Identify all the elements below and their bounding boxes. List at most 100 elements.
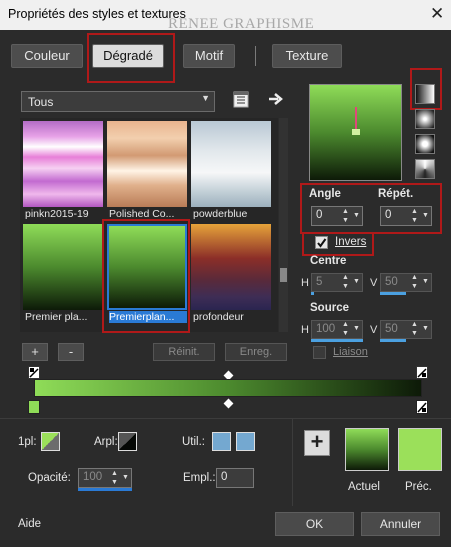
scrollbar-thumb[interactable] [280, 268, 287, 282]
spin-up-icon[interactable]: ▲ [342, 208, 349, 215]
repeat-value: 0 [385, 209, 392, 221]
repeat-spinner[interactable]: 0 ▲ ▼ ▼ [380, 206, 432, 226]
center-h-slider[interactable] [311, 292, 314, 295]
rectangular-style-icon[interactable] [415, 109, 435, 129]
gradient-thumb-powderblue[interactable]: powderblue [191, 121, 271, 220]
angle-handle-end[interactable] [352, 129, 360, 135]
spin-up-icon[interactable]: ▲ [342, 274, 349, 281]
chevron-down-icon[interactable]: ▼ [353, 212, 360, 219]
user-marker-swatch-2[interactable] [236, 432, 255, 451]
color-midpoint-marker[interactable] [223, 398, 234, 409]
gradient-thumb-premier-pla[interactable]: Premier pla... [23, 224, 103, 323]
category-dropdown[interactable]: Tous ▼ [21, 91, 215, 112]
chevron-down-icon[interactable]: ▼ [422, 325, 429, 332]
end-color-stop[interactable] [416, 400, 428, 414]
location-field[interactable]: 0 [216, 468, 254, 488]
start-stop-top-marker[interactable] [28, 366, 40, 379]
center-v-slider[interactable] [380, 292, 406, 295]
chevron-down-icon[interactable]: ▼ [422, 212, 429, 219]
source-label: Source [310, 302, 349, 314]
spin-up-icon[interactable]: ▲ [411, 208, 418, 215]
category-value: Tous [28, 95, 54, 109]
vertical-divider [292, 419, 293, 506]
sunburst-style-icon[interactable] [415, 159, 435, 179]
arrow-right-icon[interactable] [268, 92, 284, 106]
tab-texture[interactable]: Texture [272, 44, 342, 68]
angle-spinner[interactable]: 0 ▲ ▼ ▼ [311, 206, 363, 226]
source-v-value: 50 [385, 323, 398, 335]
foreground-marker-label: 1pl: [18, 436, 37, 448]
gradient-thumb-premierplan-selected[interactable]: Premierplan... [107, 224, 187, 323]
spin-up-icon[interactable]: ▲ [111, 470, 118, 477]
chevron-down-icon[interactable]: ▼ [353, 278, 360, 285]
close-icon[interactable]: ✕ [430, 4, 444, 24]
source-h-slider[interactable] [311, 339, 363, 342]
spin-up-icon[interactable]: ▲ [411, 274, 418, 281]
gradient-swatch [23, 224, 103, 310]
opacity-spinner[interactable]: 100 ▲ ▼ ▼ [78, 468, 132, 488]
source-v-slider[interactable] [380, 339, 406, 342]
location-value: 0 [221, 471, 228, 483]
invert-checkbox[interactable] [315, 236, 328, 249]
remove-gradient-button[interactable]: - [58, 343, 84, 361]
gradient-thumb-profondeur[interactable]: profondeur [191, 224, 271, 323]
source-h-spinner[interactable]: 100 ▲ ▼ ▼ [311, 320, 363, 339]
add-gradient-button[interactable]: + [22, 343, 48, 361]
repeat-label: Répét. [378, 188, 414, 200]
tab-couleur[interactable]: Couleur [11, 44, 83, 68]
chevron-down-icon[interactable]: ▼ [422, 278, 429, 285]
spin-down-icon[interactable]: ▼ [411, 330, 418, 337]
previous-gradient-swatch[interactable] [398, 428, 442, 471]
help-link[interactable]: Aide [18, 518, 41, 530]
gradient-name: Premier pla... [25, 311, 88, 323]
gradient-preview[interactable] [309, 84, 402, 181]
spin-down-icon[interactable]: ▼ [342, 330, 349, 337]
invert-label[interactable]: Invers [335, 236, 366, 248]
center-h-spinner[interactable]: 5 ▲ ▼ ▼ [311, 273, 363, 292]
link-checkbox[interactable] [313, 346, 326, 359]
center-v-spinner[interactable]: 50 ▲ ▼ ▼ [380, 273, 432, 292]
spin-up-icon[interactable]: ▲ [342, 321, 349, 328]
tab-degrade[interactable]: Dégradé [92, 44, 164, 68]
background-marker-swatch[interactable] [118, 432, 137, 451]
opacity-slider[interactable] [78, 488, 132, 491]
spin-down-icon[interactable]: ▼ [342, 283, 349, 290]
spin-up-icon[interactable]: ▲ [411, 321, 418, 328]
add-to-library-button[interactable]: + [304, 430, 330, 456]
linear-style-icon[interactable] [415, 84, 435, 104]
gradient-swatch [191, 121, 271, 207]
user-marker-swatch[interactable] [212, 432, 231, 451]
link-label[interactable]: Liaison [333, 346, 368, 358]
end-stop-top-marker[interactable] [416, 366, 428, 379]
location-label: Empl.: [183, 472, 216, 484]
center-v-label: V [370, 277, 378, 289]
current-gradient-swatch[interactable] [345, 428, 389, 471]
spin-down-icon[interactable]: ▼ [342, 217, 349, 224]
center-label: Centre [310, 255, 347, 267]
gradient-editor-bar[interactable] [34, 379, 422, 397]
gradient-thumb-polished[interactable]: Polished Co... [107, 121, 187, 220]
spin-down-icon[interactable]: ▼ [111, 479, 118, 486]
chevron-down-icon[interactable]: ▼ [122, 474, 129, 481]
gradient-thumb-pinkn[interactable]: pinkn2015-19 [23, 121, 103, 220]
foreground-marker-swatch[interactable] [41, 432, 60, 451]
gradient-swatch [191, 224, 271, 310]
spin-down-icon[interactable]: ▼ [411, 217, 418, 224]
start-color-stop[interactable] [28, 400, 40, 414]
source-v-label: V [370, 324, 378, 336]
cancel-button[interactable]: Annuler [361, 512, 440, 536]
ok-button[interactable]: OK [275, 512, 354, 536]
gradient-name: powderblue [193, 208, 248, 220]
tab-motif[interactable]: Motif [183, 44, 235, 68]
center-v-value: 50 [385, 276, 398, 288]
source-v-spinner[interactable]: 50 ▲ ▼ ▼ [380, 320, 432, 339]
save-button[interactable]: Enreg. [225, 343, 287, 361]
angle-value: 0 [316, 209, 323, 221]
chevron-down-icon[interactable]: ▼ [353, 325, 360, 332]
document-icon[interactable] [233, 91, 249, 108]
library-scrollbar[interactable] [279, 118, 288, 332]
center-h-label: H [301, 277, 309, 289]
spin-down-icon[interactable]: ▼ [411, 283, 418, 290]
reset-button[interactable]: Réinit. [153, 343, 215, 361]
radial-style-icon[interactable] [415, 134, 435, 154]
